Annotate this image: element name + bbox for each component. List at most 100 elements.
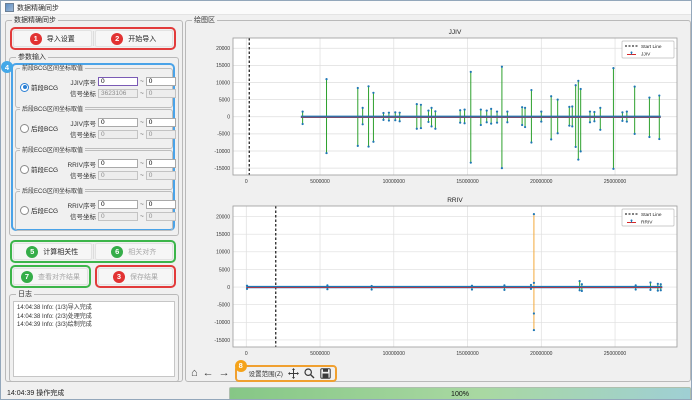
svg-text:Start Line: Start Line <box>641 44 662 50</box>
start-import-button[interactable]: 2 开始导入 <box>95 30 174 47</box>
front-bcg-jjiv-from-input[interactable] <box>98 77 138 86</box>
svg-text:-5000: -5000 <box>217 303 230 309</box>
signal-coord-label: 信号坐标 <box>64 170 96 180</box>
rear-ecg-section-title: 后段ECG区间坐标取值 <box>20 188 85 196</box>
jjiv-chart[interactable]: 0500000010000000150000002000000025000000… <box>189 25 685 196</box>
svg-text:5000: 5000 <box>219 97 230 103</box>
badge-6: 6 <box>111 246 123 258</box>
view-result-annotation-box: 7 查看对齐结果 <box>10 265 91 288</box>
svg-text:15000000: 15000000 <box>456 179 478 185</box>
log-entry: 14:04:39 Info: (3/3)绘制完成 <box>17 321 171 330</box>
view-align-result-label: 查看对齐结果 <box>38 272 80 282</box>
signal-coord-label: 信号坐标 <box>64 129 96 139</box>
rear-ecg-radio[interactable]: 后段ECG <box>20 205 62 215</box>
rriv-index-label: RRIV序号 <box>64 200 96 210</box>
chart-canvas[interactable]: 0500000010000000150000002000000025000000… <box>189 25 685 191</box>
rear-bcg-radio-label: 后段BCG <box>31 123 58 133</box>
forward-arrow-icon[interactable]: → <box>219 366 230 380</box>
svg-text:-15000: -15000 <box>214 166 230 172</box>
front-bcg-section: 前段BCG区间坐标取值 前段BCG JJIV序号 ~ 信号坐标 ~ <box>15 68 173 108</box>
radio-icon[interactable] <box>20 165 29 174</box>
log-entry: 14:04:38 Info: (2/3)处理完成 <box>17 313 171 322</box>
front-ecg-coord-from-input <box>98 171 138 180</box>
badge-7: 7 <box>21 271 33 283</box>
save-result-button[interactable]: 3 保存结果 <box>98 268 173 285</box>
rear-bcg-section: 后段BCG区间坐标取值 后段BCG JJIV序号 ~ 信号坐标 ~ <box>15 109 173 149</box>
toolbar-annotation-box: 8 设置范围(Z) <box>235 365 337 382</box>
save-result-label: 保存结果 <box>130 272 158 282</box>
param-input-label: 参数输入 <box>16 53 48 62</box>
svg-text:25000000: 25000000 <box>604 351 626 357</box>
radio-icon[interactable] <box>20 124 29 133</box>
svg-text:0: 0 <box>227 285 230 291</box>
chart-canvas[interactable]: 0500000010000000150000002000000025000000… <box>189 193 685 363</box>
front-bcg-radio[interactable]: 前段BCG <box>20 82 62 92</box>
tilde: ~ <box>140 160 144 167</box>
zoom-icon[interactable] <box>304 368 315 379</box>
svg-text:0: 0 <box>245 351 248 357</box>
correlation-align-button[interactable]: 6 相关对齐 <box>95 243 174 260</box>
svg-text:-5000: -5000 <box>217 132 230 138</box>
rear-bcg-jjiv-to-input[interactable] <box>146 118 176 127</box>
front-ecg-radio-label: 前段ECG <box>31 164 58 174</box>
import-annotation-box: 1 导入设置 2 开始导入 <box>10 27 176 50</box>
badge-5: 5 <box>26 246 38 258</box>
log-group-label: 日志 <box>16 290 34 299</box>
home-icon[interactable]: ⌂ <box>191 366 198 380</box>
progress-bar: 100% <box>229 387 691 400</box>
rear-ecg-coord-from-input <box>98 212 138 221</box>
rear-bcg-radio[interactable]: 后段BCG <box>20 123 62 133</box>
signal-coord-label: 信号坐标 <box>64 88 96 98</box>
status-text: 14:04:39 操作完成 <box>7 388 64 398</box>
svg-text:RRIV: RRIV <box>641 220 653 226</box>
front-ecg-rriv-to-input[interactable] <box>146 159 176 168</box>
sync-group-label: 数据精确同步 <box>12 16 58 25</box>
front-ecg-rriv-from-input[interactable] <box>98 159 138 168</box>
rear-bcg-jjiv-from-input[interactable] <box>98 118 138 127</box>
badge-8: 8 <box>235 360 247 372</box>
jjiv-index-label: JJIV序号 <box>64 118 96 128</box>
radio-selected-icon[interactable] <box>20 83 29 92</box>
import-settings-button[interactable]: 1 导入设置 <box>13 30 92 47</box>
rear-ecg-coord-to-input <box>146 212 176 221</box>
view-align-result-button[interactable]: 7 查看对齐结果 <box>13 268 88 285</box>
save-icon[interactable] <box>320 368 331 379</box>
front-ecg-coord-to-input <box>146 171 176 180</box>
divider <box>93 31 94 46</box>
compute-correlation-button[interactable]: 5 计算相关性 <box>13 243 92 260</box>
tilde: ~ <box>140 119 144 126</box>
svg-text:-10000: -10000 <box>214 149 230 155</box>
svg-text:20000000: 20000000 <box>530 179 552 185</box>
rear-ecg-rriv-from-input[interactable] <box>98 200 138 209</box>
log-list[interactable]: 14:04:38 Info: (1/3)导入完成 14:04:38 Info: … <box>13 301 175 377</box>
divider <box>93 244 94 259</box>
set-range-button[interactable]: 设置范围(Z) <box>241 368 283 378</box>
save-annotation-box: 3 保存结果 <box>95 265 176 288</box>
rear-ecg-rriv-to-input[interactable] <box>146 200 176 209</box>
svg-text:15000000: 15000000 <box>456 351 478 357</box>
front-bcg-jjiv-to-input[interactable] <box>146 77 176 86</box>
svg-text:0: 0 <box>227 115 230 121</box>
radio-icon[interactable] <box>20 206 29 215</box>
correlation-align-label: 相关对齐 <box>128 247 156 257</box>
front-ecg-radio[interactable]: 前段ECG <box>20 164 62 174</box>
svg-text:25000000: 25000000 <box>604 179 626 185</box>
rriv-chart[interactable]: 0500000010000000150000002000000025000000… <box>189 193 685 368</box>
plot-toolbar: ⌂ ← → 8 设置范围(Z) <box>191 365 337 381</box>
title-bar: 数据精确同步 <box>1 1 691 15</box>
log-entry: 14:04:38 Info: (1/3)导入完成 <box>17 304 171 313</box>
badge-3: 3 <box>113 271 125 283</box>
import-settings-label: 导入设置 <box>47 34 75 44</box>
compute-correlation-label: 计算相关性 <box>43 247 78 257</box>
back-arrow-icon[interactable]: ← <box>203 366 214 380</box>
svg-text:20000: 20000 <box>216 46 230 52</box>
front-bcg-coord-to-input <box>146 89 176 98</box>
badge-1: 1 <box>30 33 42 45</box>
compute-annotation-box: 5 计算相关性 6 相关对齐 <box>10 240 176 263</box>
svg-text:10000: 10000 <box>216 250 230 256</box>
svg-text:0: 0 <box>245 179 248 185</box>
svg-text:5000000: 5000000 <box>310 351 330 357</box>
tilde: ~ <box>140 90 144 97</box>
rriv-index-label: RRIV序号 <box>64 159 96 169</box>
pan-icon[interactable] <box>288 368 299 379</box>
